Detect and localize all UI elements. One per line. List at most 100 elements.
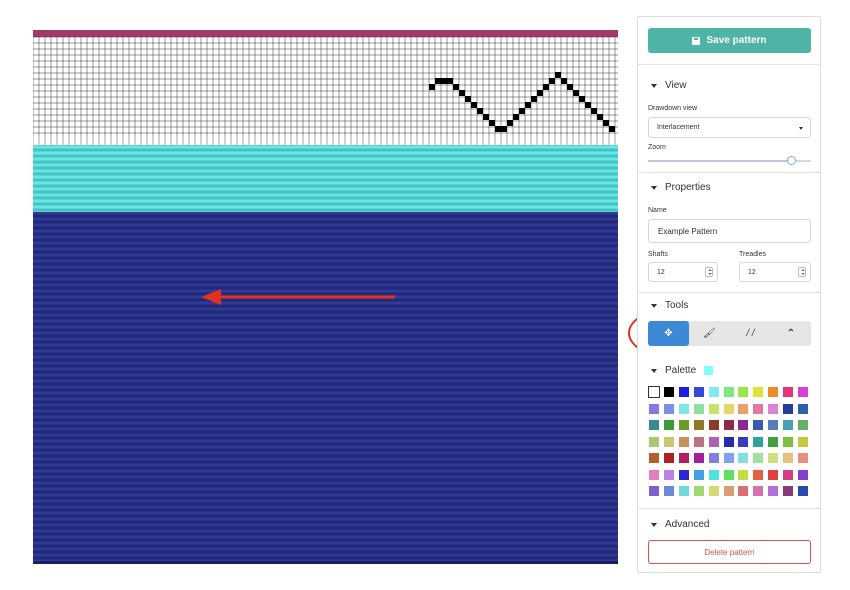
palette-swatch[interactable] bbox=[678, 486, 689, 496]
view-section-toggle[interactable]: View bbox=[651, 80, 687, 91]
zoom-slider[interactable] bbox=[648, 156, 811, 165]
palette-swatch[interactable] bbox=[708, 486, 719, 496]
palette-swatch[interactable] bbox=[723, 453, 734, 463]
palette-swatch[interactable] bbox=[663, 436, 674, 447]
properties-section-toggle[interactable]: Properties bbox=[651, 182, 711, 193]
palette-swatch[interactable] bbox=[649, 486, 659, 496]
weaving-draft[interactable] bbox=[33, 30, 618, 564]
palette-swatch[interactable] bbox=[678, 469, 689, 480]
palette-swatch[interactable] bbox=[649, 469, 659, 480]
pattern-name-input[interactable]: Example Pattern bbox=[648, 219, 811, 243]
spinner-icon[interactable] bbox=[705, 267, 713, 277]
palette-swatch[interactable] bbox=[693, 403, 704, 414]
palette-swatch[interactable] bbox=[723, 486, 734, 496]
palette-swatch[interactable] bbox=[768, 387, 779, 397]
palette-swatch[interactable] bbox=[798, 420, 808, 430]
palette-swatch[interactable] bbox=[738, 436, 749, 447]
palette-swatch[interactable] bbox=[708, 387, 719, 397]
palette-swatch[interactable] bbox=[708, 436, 719, 447]
palette-swatch[interactable] bbox=[783, 387, 794, 397]
point-draw-tool-button[interactable]: ⌃ bbox=[771, 321, 811, 346]
palette-swatch[interactable] bbox=[649, 436, 659, 447]
palette-swatch[interactable] bbox=[738, 403, 749, 414]
palette-swatch[interactable] bbox=[768, 469, 779, 480]
palette-swatch[interactable] bbox=[798, 403, 808, 414]
palette-swatch[interactable] bbox=[798, 486, 808, 496]
save-pattern-button[interactable]: Save pattern bbox=[648, 28, 811, 53]
palette-swatch[interactable] bbox=[663, 387, 674, 397]
palette-swatch[interactable] bbox=[783, 420, 794, 430]
palette-swatch[interactable] bbox=[708, 469, 719, 480]
palette-swatch[interactable] bbox=[678, 436, 689, 447]
palette-swatch[interactable] bbox=[753, 420, 764, 430]
palette-swatch[interactable] bbox=[693, 387, 704, 397]
palette-swatch[interactable] bbox=[708, 420, 719, 430]
palette-swatch[interactable] bbox=[753, 403, 764, 414]
palette-swatch[interactable] bbox=[768, 453, 779, 463]
palette-swatch[interactable] bbox=[768, 420, 779, 430]
palette-swatch[interactable] bbox=[753, 469, 764, 480]
palette-swatch[interactable] bbox=[783, 469, 794, 480]
palette-swatch[interactable] bbox=[649, 453, 659, 463]
drawdown-view-select[interactable]: Interlacement bbox=[648, 117, 811, 138]
treadles-input[interactable]: 12 bbox=[739, 262, 811, 282]
palette-swatch[interactable] bbox=[768, 486, 779, 496]
palette-swatch[interactable] bbox=[783, 453, 794, 463]
palette-swatch[interactable] bbox=[663, 469, 674, 480]
palette-swatch[interactable] bbox=[649, 420, 659, 430]
palette-swatch[interactable] bbox=[663, 453, 674, 463]
palette-swatch[interactable] bbox=[798, 469, 808, 480]
palette-section-toggle[interactable]: Palette bbox=[651, 365, 714, 376]
palette-swatch[interactable] bbox=[738, 420, 749, 430]
palette-swatch[interactable] bbox=[798, 436, 808, 447]
palette-swatch[interactable] bbox=[663, 420, 674, 430]
palette-swatch[interactable] bbox=[693, 469, 704, 480]
palette-swatch[interactable] bbox=[663, 403, 674, 414]
palette-swatch[interactable] bbox=[723, 436, 734, 447]
brush-tool-button[interactable]: 🖌 bbox=[689, 321, 730, 346]
palette-swatch[interactable] bbox=[693, 486, 704, 496]
palette-swatch[interactable] bbox=[798, 387, 808, 397]
palette-swatch[interactable] bbox=[738, 453, 749, 463]
palette-swatch[interactable] bbox=[723, 420, 734, 430]
palette-swatch[interactable] bbox=[678, 453, 689, 463]
palette-swatch[interactable] bbox=[693, 453, 704, 463]
threading-mark bbox=[441, 78, 447, 84]
palette-swatch[interactable] bbox=[723, 387, 734, 397]
palette-swatch[interactable] bbox=[678, 420, 689, 430]
drawdown-canvas[interactable] bbox=[33, 30, 618, 564]
palette-swatch[interactable] bbox=[708, 403, 719, 414]
threading-mark bbox=[573, 90, 579, 96]
palette-swatch[interactable] bbox=[708, 453, 719, 463]
palette-swatch[interactable] bbox=[753, 453, 764, 463]
palette-swatch[interactable] bbox=[783, 436, 794, 447]
palette-swatch[interactable] bbox=[798, 453, 808, 463]
move-tool-button[interactable]: ✥ bbox=[648, 321, 689, 346]
palette-swatch[interactable] bbox=[648, 386, 660, 398]
palette-swatch[interactable] bbox=[693, 420, 704, 430]
palette-swatch[interactable] bbox=[768, 436, 779, 447]
palette-swatch[interactable] bbox=[738, 387, 749, 397]
palette-swatch[interactable] bbox=[678, 403, 689, 414]
palette-swatch[interactable] bbox=[783, 403, 794, 414]
palette-swatch[interactable] bbox=[649, 403, 659, 414]
palette-swatch[interactable] bbox=[738, 469, 749, 480]
palette-swatch[interactable] bbox=[783, 486, 794, 496]
palette-swatch[interactable] bbox=[753, 387, 764, 397]
tools-section-toggle[interactable]: Tools bbox=[651, 300, 688, 311]
spinner-icon[interactable] bbox=[798, 267, 806, 277]
delete-pattern-button[interactable]: Delete pattern bbox=[648, 540, 811, 564]
palette-swatch[interactable] bbox=[723, 403, 734, 414]
palette-swatch[interactable] bbox=[723, 469, 734, 480]
straight-draw-tool-button[interactable]: / / bbox=[730, 321, 771, 346]
palette-swatch[interactable] bbox=[693, 436, 704, 447]
palette-swatch[interactable] bbox=[753, 486, 764, 496]
zoom-slider-thumb[interactable] bbox=[787, 156, 797, 165]
advanced-section-toggle[interactable]: Advanced bbox=[651, 519, 709, 530]
palette-swatch[interactable] bbox=[753, 436, 764, 447]
palette-swatch[interactable] bbox=[663, 486, 674, 496]
palette-swatch[interactable] bbox=[768, 403, 779, 414]
shafts-input[interactable]: 12 bbox=[648, 262, 718, 282]
palette-swatch[interactable] bbox=[738, 486, 749, 496]
palette-swatch[interactable] bbox=[678, 387, 689, 397]
